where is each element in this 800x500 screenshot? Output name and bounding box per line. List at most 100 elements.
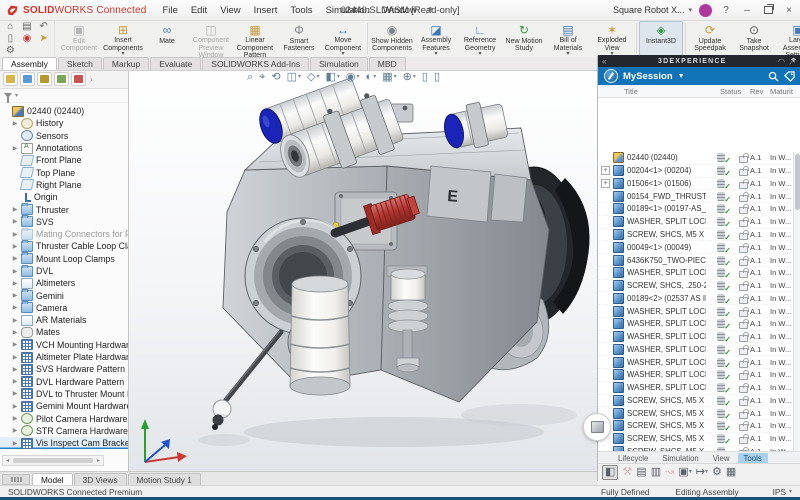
expand-arrow-icon[interactable]: ▶ — [12, 329, 18, 336]
tab-mbd[interactable]: MBD — [369, 57, 406, 70]
expand-arrow-icon[interactable]: ▶ — [12, 218, 18, 225]
column-maturity[interactable]: Maturit — [770, 87, 794, 96]
ribbon-update-speedpak[interactable]: ⟳Update Speedpak — [688, 21, 732, 56]
expand-plus-icon[interactable]: + — [601, 166, 610, 175]
expand-arrow-icon[interactable]: ▶ — [12, 255, 18, 262]
ribbon-assembly-features[interactable]: ◪Assembly Features▾ — [414, 21, 458, 56]
tree-item-mount-loop-clamps[interactable]: ▶Mount Loop Clamps — [0, 253, 128, 265]
print-icon[interactable]: ▣▾ — [678, 466, 691, 479]
scroll-right-icon[interactable]: ▸ — [94, 457, 103, 464]
tab-sketch[interactable]: Sketch — [58, 57, 102, 70]
expand-arrow-icon[interactable]: ▶ — [12, 280, 18, 287]
panel-left-icon[interactable]: ▯ — [422, 71, 428, 83]
units-selector[interactable]: IPS▾ — [773, 487, 792, 497]
tree-item-annotations[interactable]: ▶Annotations — [0, 142, 128, 154]
session-bar[interactable]: MySession ▼ — [598, 67, 800, 85]
tree-item-altimeter-plate-hardware-pattern[interactable]: ▶Altimeter Plate Hardware Pattern — [0, 351, 128, 363]
minimize-button[interactable]: – — [740, 5, 754, 16]
panel-tab-view[interactable]: View — [707, 453, 736, 464]
expand-arrow-icon[interactable]: ▶ — [12, 145, 18, 152]
ribbon-show-hidden-components[interactable]: ◉Show Hidden Components — [370, 21, 414, 56]
3dcompass-icon[interactable] — [604, 69, 618, 83]
ribbon-take-snapshot[interactable]: ⊙Take Snapshot — [732, 21, 776, 56]
tree-item-pilot-camera-hardware[interactable]: ▶Pilot Camera Hardware — [0, 412, 128, 424]
tree-item-vis-inspect-cam-bracket-hardware[interactable]: ▶Vis Inspect Cam Bracket Hardware — [0, 437, 128, 449]
expand-arrow-icon[interactable]: ▶ — [12, 206, 18, 213]
tree-item-altimeters[interactable]: ▶Altimeters — [0, 277, 128, 289]
part-row-screw-shcs-m5-x-0-8-mm-th[interactable]: SCREW, SHCS, M5 X 0.8 MM TH...✓A.1In W..… — [598, 433, 794, 446]
ribbon-reference-geometry[interactable]: ∟Reference Geometry▾ — [458, 21, 502, 56]
tree-item-svs[interactable]: ▶SVS — [0, 216, 128, 228]
expand-arrow-icon[interactable]: ▶ — [12, 427, 18, 434]
tree-filter[interactable]: ▾ — [0, 89, 128, 103]
tree-item-front-plane[interactable]: Front Plane — [0, 154, 128, 166]
displaymanager-tab-icon[interactable] — [71, 72, 86, 86]
featuremanager-tab-icon[interactable] — [3, 72, 18, 86]
ribbon-large-assembly-settings[interactable]: ▣Large Assembly Settings▾ — [776, 21, 800, 56]
expand-arrow-icon[interactable]: ▶ — [12, 440, 18, 447]
ribbon-new-motion-study[interactable]: ↻New Motion Study — [502, 21, 546, 56]
expand-arrow-icon[interactable]: ▶ — [12, 403, 18, 410]
close-button[interactable]: × — [782, 5, 796, 16]
model-bottom-camera[interactable] — [290, 276, 350, 395]
expand-arrow-icon[interactable]: ▶ — [12, 341, 18, 348]
scrollbar-thumb[interactable] — [13, 458, 93, 463]
tree-item-right-plane[interactable]: Right Plane — [0, 179, 128, 191]
part-row-screw-shcs-m5-x-0-8-mm-th[interactable]: SCREW, SHCS, M5 X 0.8 MM TH...✓A.1In W..… — [598, 407, 794, 420]
ribbon-insert-components[interactable]: ⊞Insert Components▾ — [101, 21, 145, 56]
more-tabs-icon[interactable]: › — [90, 75, 93, 84]
tree-item-thruster[interactable]: ▶Thruster — [0, 203, 128, 215]
list-vertical-scrollbar[interactable] — [793, 152, 800, 452]
part-row-01506-1-01506[interactable]: +01506<1> (01506)✓A.1In W... — [598, 178, 794, 191]
part-row-00189-1-00197-as-installed[interactable]: 00189<1> (00197-AS_INSTALLED)✓A.1In W... — [598, 203, 794, 216]
part-row-washer-split-lock-m5-scr[interactable]: WASHER, SPLIT LOCK, M5 SCR...✓A.1In W... — [598, 318, 794, 331]
expand-arrow-icon[interactable]: ▶ — [12, 366, 18, 373]
search-icon[interactable] — [768, 71, 779, 82]
session-name[interactable]: MySession — [623, 71, 673, 82]
dynamic-annotation-icon[interactable]: ◇▾ — [307, 71, 319, 83]
expand-arrow-icon[interactable]: ▶ — [12, 304, 18, 311]
expand-arrow-icon[interactable]: ▶ — [12, 415, 18, 422]
export-icon[interactable]: ↦▾ — [696, 466, 708, 479]
open-document-icon[interactable]: ▤ — [22, 21, 31, 32]
account-menu[interactable]: Square Robot X... — [613, 5, 685, 15]
display-states-icon[interactable]: ◉ — [23, 33, 32, 44]
menu-file[interactable]: File — [163, 5, 178, 16]
part-row-washer-split-lock-m5-scr[interactable]: WASHER, SPLIT LOCK, M5 SCR...✓A.1In W... — [598, 305, 794, 318]
hide-show-items-icon[interactable]: ◉▾ — [346, 71, 360, 83]
tree-item-gemini[interactable]: ▶Gemini — [0, 289, 128, 301]
tree-item-ar-materials[interactable]: ▶AR Materials — [0, 314, 128, 326]
tree-item-dvl-to-thruster-mount-hardware-pa[interactable]: ▶DVL to Thruster Mount Hardware Pa — [0, 388, 128, 400]
tab-evaluate[interactable]: Evaluate — [150, 57, 201, 70]
model-probe[interactable] — [212, 331, 281, 430]
propertymanager-tab-icon[interactable] — [20, 72, 35, 86]
column-status[interactable]: Status — [720, 87, 750, 96]
part-row-screw-shcs-m5-x-0-8-mm-th[interactable]: SCREW, SHCS, M5 X 0.8 MM TH...✓A.1In W..… — [598, 395, 794, 408]
new-document-icon[interactable]: ▯ — [8, 33, 14, 44]
part-row-screw-shcs-m5-x-0-8-mm-th[interactable]: SCREW, SHCS, M5 X 0.8 MM TH...✓A.1In W..… — [598, 420, 794, 433]
menu-edit[interactable]: Edit — [191, 5, 207, 16]
collapse-panel-icon[interactable]: « — [602, 57, 606, 66]
part-row-washer-split-lock-m5-scr[interactable]: WASHER, SPLIT LOCK, M5 SCR...✓A.1In W... — [598, 216, 794, 229]
edit-appearance-icon[interactable]: ◐▾ — [366, 71, 377, 83]
tree-item-02440-02440[interactable]: 02440 (02440) — [0, 105, 128, 117]
part-row-00204-1-00204[interactable]: +00204<1> (00204)✓A.1In W... — [598, 165, 794, 178]
panel-right-icon[interactable]: ▯ — [434, 71, 440, 83]
part-row-screw-shcs-250-28-unf-3a[interactable]: SCREW, SHCS, .250-28 UNF-3A...✓A.1In W..… — [598, 280, 794, 293]
part-row-washer-split-lock-m5-scr[interactable]: WASHER, SPLIT LOCK, M5 SCR...✓A.1In W... — [598, 382, 794, 395]
table-icon[interactable]: ▦ — [726, 466, 736, 479]
expand-arrow-icon[interactable]: ▶ — [12, 317, 18, 324]
part-row-00049-1-00049[interactable]: 00049<1> (00049)✓A.1In W... — [598, 241, 794, 254]
tab-simulation[interactable]: Simulation — [310, 57, 368, 70]
apply-scene-icon[interactable]: ▦▾ — [382, 71, 396, 83]
tree-item-origin[interactable]: Origin — [0, 191, 128, 203]
tree-horizontal-scrollbar[interactable]: ◂ ▸ — [2, 455, 104, 466]
pin-panel-icon[interactable] — [789, 57, 797, 65]
3dplay-icon[interactable]: ◧ — [602, 465, 618, 480]
tab-scroll-control[interactable] — [2, 474, 30, 485]
exchange-icon[interactable]: ⚒ — [622, 466, 632, 479]
tree-item-dvl[interactable]: ▶DVL — [0, 265, 128, 277]
previous-view-icon[interactable]: ⟲ — [271, 71, 280, 83]
zoom-area-icon[interactable]: ⌖ — [259, 71, 265, 83]
scroll-left-icon[interactable]: ◂ — [3, 457, 12, 464]
